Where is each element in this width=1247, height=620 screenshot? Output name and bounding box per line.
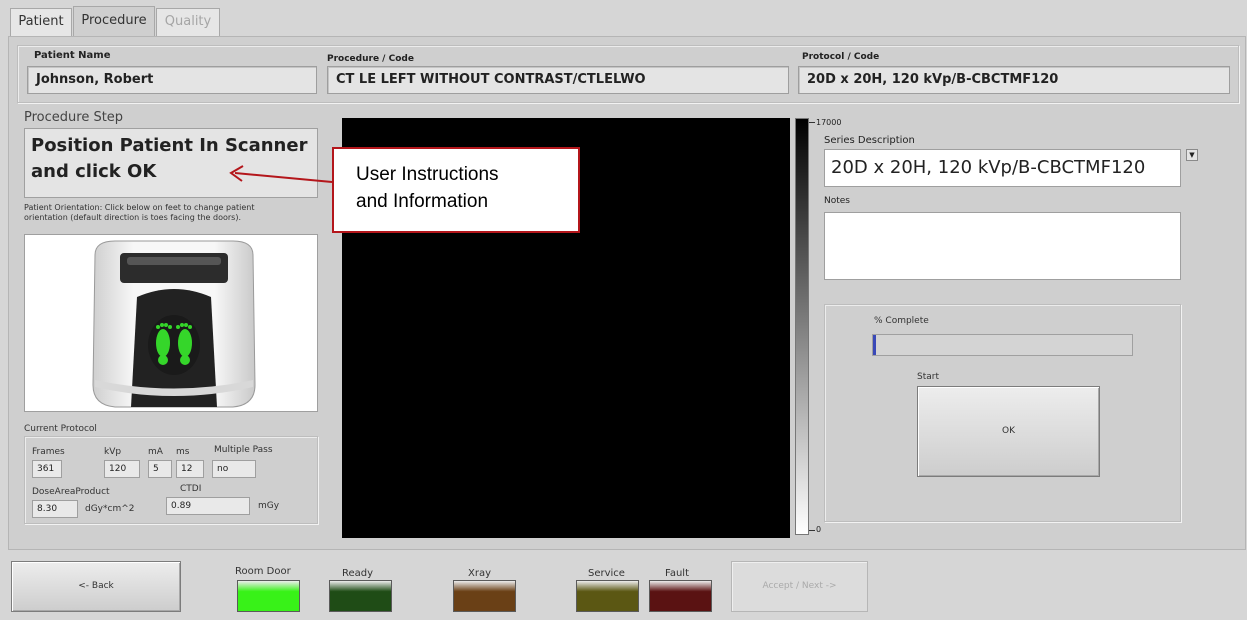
progress-bar xyxy=(872,334,1133,356)
back-button[interactable]: <- Back xyxy=(11,561,181,612)
procedure-code-label: Procedure / Code xyxy=(327,54,414,64)
procedure-code-field: CT LE LEFT WITHOUT CONTRAST/CTLELWO xyxy=(327,66,789,94)
orientation-hint: Patient Orientation: Click below on feet… xyxy=(24,203,254,223)
tab-procedure[interactable]: Procedure xyxy=(73,6,155,36)
kvp-field: 120 xyxy=(104,460,140,478)
fault-label: Fault xyxy=(665,568,689,579)
dap-unit: dGy*cm^2 xyxy=(85,504,135,514)
dropdown-arrow-icon[interactable]: ▼ xyxy=(1186,149,1198,161)
percent-complete-label: % Complete xyxy=(874,316,929,326)
progress-fill xyxy=(873,335,876,355)
scale-min-tick xyxy=(809,530,815,531)
current-protocol-label: Current Protocol xyxy=(24,424,97,434)
fault-indicator xyxy=(649,580,712,612)
patient-name-label: Patient Name xyxy=(34,50,111,61)
protocol-code-label: Protocol / Code xyxy=(802,52,880,62)
accept-next-button[interactable]: Accept / Next -> xyxy=(731,561,868,612)
ready-indicator xyxy=(329,580,392,612)
xray-label: Xray xyxy=(468,568,492,579)
multipass-label: Multiple Pass xyxy=(214,445,273,455)
grayscale-bar xyxy=(795,118,809,535)
ctdi-field: 0.89 xyxy=(166,497,250,515)
room-door-indicator xyxy=(237,580,300,612)
room-door-label: Room Door xyxy=(235,566,291,577)
orientation-hint-line1: Patient Orientation: Click below on feet… xyxy=(24,203,255,212)
step-text-line1: Position Patient In Scanner xyxy=(31,135,308,156)
series-description-field[interactable]: 20D x 20H, 120 kVp/B-CBCTMF120 xyxy=(824,149,1181,187)
dap-field: 8.30 xyxy=(32,500,78,518)
notes-field[interactable] xyxy=(824,212,1181,280)
tab-quality[interactable]: Quality xyxy=(156,8,220,36)
kvp-label: kVp xyxy=(104,447,122,457)
ctdi-unit: mGy xyxy=(258,501,280,511)
orientation-hint-line2: orientation (default direction is toes f… xyxy=(24,213,242,222)
start-label: Start xyxy=(917,372,939,382)
ma-label: mA xyxy=(148,447,163,457)
callout-line1: User Instructions xyxy=(356,164,499,185)
scanner-icon xyxy=(92,240,256,408)
ok-button[interactable]: OK xyxy=(917,386,1100,477)
service-indicator xyxy=(576,580,639,612)
user-instructions-callout: User Instructions and Information xyxy=(332,147,580,233)
ctdi-label: CTDI xyxy=(180,484,202,494)
multipass-field: no xyxy=(212,460,256,478)
series-description-label: Series Description xyxy=(824,135,915,146)
scale-max-tick xyxy=(809,122,815,123)
callout-line2: and Information xyxy=(356,191,489,212)
ms-field: 12 xyxy=(176,460,204,478)
protocol-code-field: 20D x 20H, 120 kVp/B-CBCTMF120 xyxy=(798,66,1230,94)
scale-max-label: 17000 xyxy=(816,118,842,127)
procedure-step-label: Procedure Step xyxy=(24,110,124,125)
service-label: Service xyxy=(588,568,625,579)
dap-label: DoseAreaProduct xyxy=(32,487,110,497)
scale-min-label: 0 xyxy=(816,525,822,534)
xray-indicator xyxy=(453,580,516,612)
frames-field: 361 xyxy=(32,460,62,478)
patient-orientation-image[interactable] xyxy=(24,234,318,412)
tab-patient[interactable]: Patient xyxy=(10,8,72,36)
ma-field: 5 xyxy=(148,460,172,478)
callout-arrow-icon xyxy=(229,165,333,183)
ms-label: ms xyxy=(176,447,190,457)
patient-name-field: Johnson, Robert xyxy=(27,66,317,94)
notes-label: Notes xyxy=(824,196,850,206)
ready-label: Ready xyxy=(342,568,374,579)
frames-label: Frames xyxy=(32,447,65,457)
